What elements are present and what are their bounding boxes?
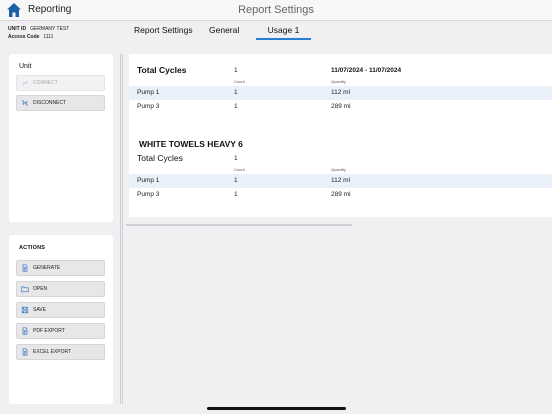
pump-name: Pump 3 [137, 191, 160, 198]
open-label: OPEN [33, 286, 48, 292]
table-row: Pump 3 1 289 ml [129, 100, 552, 114]
disconnect-label: DISCONNECT [33, 100, 67, 106]
table-row: Pump 3 1 289 ml [129, 188, 552, 202]
pump-quantity: 289 ml [331, 191, 351, 198]
pump-count: 1 [234, 177, 238, 184]
tab-bar: Report Settings General Usage 1 [126, 20, 552, 40]
pump-name: Pump 3 [137, 103, 160, 110]
pdf-export-label: PDF EXPORT [33, 328, 65, 334]
program-total-cycles-label: Total Cycles [137, 153, 183, 163]
program-quantity-label: Quantity [331, 167, 346, 172]
excel-export-label: EXCEL EXPORT [33, 349, 72, 355]
document-icon [22, 348, 28, 356]
pdf-export-button[interactable]: PDF EXPORT [16, 323, 105, 339]
connect-label: CONNECT [33, 80, 58, 86]
quantity-label: Quantity [331, 79, 346, 84]
program-count-label: Count [234, 167, 245, 172]
total-cycles-label: Total Cycles [137, 65, 187, 75]
tab-usage-1[interactable]: Usage 1 [256, 25, 311, 40]
program-total-cycles-value: 1 [234, 155, 238, 162]
unit-info: UNIT ID GERMANY TEST Access Code 1111 [8, 25, 69, 41]
top-bar: Reporting Report Settings [0, 0, 552, 21]
table-row: Pump 1 1 112 ml [129, 86, 552, 100]
pump-quantity: 112 ml [331, 89, 351, 96]
date-range: 11/07/2024 - 11/07/2024 [331, 67, 402, 74]
generate-button[interactable]: GENERATE [16, 260, 105, 276]
link-icon [22, 80, 28, 86]
table-row: Pump 1 1 112 ml [129, 174, 552, 188]
save-icon [21, 306, 29, 314]
page-title: Report Settings [238, 4, 314, 16]
unit-panel-title: Unit [19, 63, 32, 70]
count-label: Count [234, 79, 245, 84]
unit-id-value: GERMANY TEST [30, 26, 70, 32]
disconnect-button[interactable]: DISCONNECT [16, 95, 105, 111]
connect-button[interactable]: CONNECT [16, 75, 105, 91]
sidebar-divider-inner [122, 54, 123, 404]
actions-panel: ACTIONS GENERATE OPEN SAVE PDF EXPORT EX… [9, 235, 113, 404]
unit-id-label: UNIT ID [8, 26, 27, 32]
pump-count: 1 [234, 89, 238, 96]
generate-label: GENERATE [33, 265, 61, 271]
folder-icon [21, 286, 29, 293]
pump-count: 1 [234, 103, 238, 110]
tab-general[interactable]: General [209, 25, 239, 40]
document-icon [22, 327, 28, 335]
sidebar-divider [120, 54, 121, 404]
save-button[interactable]: SAVE [16, 302, 105, 318]
pump-name: Pump 1 [137, 89, 160, 96]
pump-count: 1 [234, 191, 238, 198]
actions-panel-title: ACTIONS [19, 245, 46, 251]
program-title: WHITE TOWELS HEAVY 6 [139, 139, 243, 149]
open-button[interactable]: OPEN [16, 281, 105, 297]
pump-quantity: 112 ml [331, 177, 351, 184]
pump-quantity: 289 ml [331, 103, 351, 110]
save-label: SAVE [33, 307, 46, 313]
tab-report-settings[interactable]: Report Settings [134, 25, 193, 40]
unlink-icon [21, 99, 29, 107]
unit-panel: Unit CONNECT DISCONNECT [9, 54, 113, 222]
access-code-label: Access Code [8, 34, 40, 40]
access-code-value: 1111 [43, 34, 54, 40]
horizontal-scrollbar[interactable] [126, 224, 352, 226]
total-cycles-value: 1 [234, 67, 238, 74]
home-indicator[interactable] [207, 407, 346, 410]
usage-report: Total Cycles 1 11/07/2024 - 11/07/2024 C… [129, 54, 552, 217]
document-icon [22, 264, 28, 272]
pump-name: Pump 1 [137, 177, 160, 184]
excel-export-button[interactable]: EXCEL EXPORT [16, 344, 105, 360]
